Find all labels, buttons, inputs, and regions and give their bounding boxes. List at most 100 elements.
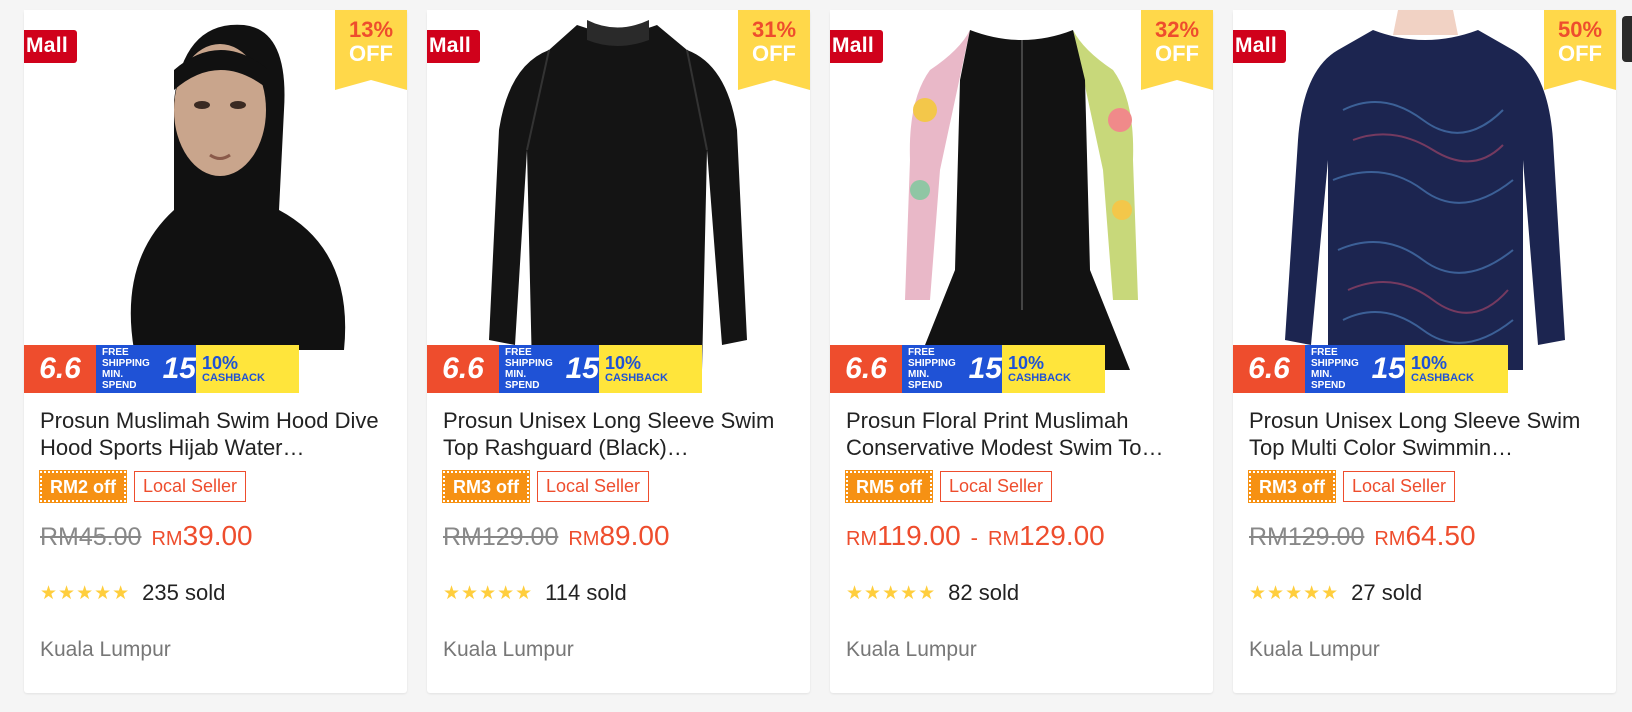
rating-row: ★★★★★ 82 sold: [846, 580, 1197, 606]
discount-percent: 13%: [348, 17, 394, 42]
product-card[interactable]: Mall 31% OFF 6.6 FREE SHIPPING MIN. SPEN…: [427, 10, 810, 693]
price-value: 119.00: [877, 520, 961, 551]
product-info: Prosun Unisex Long Sleeve Swim Top Multi…: [1233, 393, 1616, 662]
original-price: RM129.00: [1249, 523, 1365, 551]
cashback-label: 10% CASHBACK: [1002, 345, 1105, 393]
local-seller-badge: Local Seller: [1343, 471, 1456, 502]
cashback-label: 10% CASHBACK: [599, 345, 702, 393]
badge-row: RM2 off Local Seller: [39, 470, 391, 503]
price-range-min: RM119.00: [846, 520, 961, 552]
product-image[interactable]: Mall 31% OFF 6.6 FREE SHIPPING MIN. SPEN…: [427, 10, 810, 393]
cashback-text: CASHBACK: [202, 372, 265, 384]
discount-percent: 32%: [1154, 17, 1200, 42]
product-card[interactable]: Mall 50% OFF 6.6 FREE SHIPPING MIN. SPEN…: [1233, 10, 1616, 693]
promo-banner: 6.6 FREE SHIPPING MIN. SPEND 15 10% CASH…: [830, 345, 1105, 393]
discount-off-label: OFF: [349, 41, 393, 66]
seller-location: Kuala Lumpur: [1249, 638, 1380, 661]
cashback-label: 10% CASHBACK: [196, 345, 299, 393]
seller-location: Kuala Lumpur: [443, 638, 574, 661]
mall-badge: Mall: [24, 30, 78, 69]
product-card[interactable]: Mall 13% OFF 6.6 FREE SHIPPING MIN. SPEN…: [24, 10, 407, 693]
sold-count: 235 sold: [142, 580, 226, 605]
original-price: RM129.00: [443, 523, 559, 551]
product-image[interactable]: Mall 50% OFF 6.6 FREE SHIPPING MIN. SPEN…: [1233, 10, 1616, 393]
price-range-max: RM129.00: [988, 520, 1105, 552]
mall-badge: Mall: [1233, 30, 1287, 69]
free-shipping-amount: 15: [162, 352, 196, 385]
rating-row: ★★★★★ 235 sold: [40, 580, 391, 606]
star-rating-icon: ★★★★★: [1249, 582, 1340, 604]
product-name[interactable]: Prosun Floral Print Muslimah Conservativ…: [846, 407, 1197, 461]
cashback-text: CASHBACK: [605, 372, 668, 384]
seller-location: Kuala Lumpur: [846, 638, 977, 661]
carousel-next-edge[interactable]: [1622, 16, 1632, 62]
seller-location: Kuala Lumpur: [40, 638, 171, 661]
free-shipping-amount: 15: [968, 352, 1002, 385]
free-shipping-text: FREE SHIPPING MIN. SPEND: [102, 347, 150, 391]
price-value: 39.00: [182, 520, 253, 551]
local-seller-badge: Local Seller: [134, 471, 247, 502]
price-value: 129.00: [1019, 520, 1105, 551]
discount-badge: 31% OFF: [738, 10, 810, 90]
free-shipping-label: FREE SHIPPING MIN. SPEND 15: [96, 345, 196, 393]
discount-off-label: OFF: [1558, 41, 1602, 66]
currency-label: RM: [568, 528, 600, 550]
badge-row: RM3 off Local Seller: [442, 470, 794, 503]
product-name[interactable]: Prosun Unisex Long Sleeve Swim Top Rashg…: [443, 407, 794, 461]
cashback-percent: 10%: [1411, 353, 1448, 373]
badge-row: RM5 off Local Seller: [845, 470, 1197, 503]
cashback-percent: 10%: [1008, 353, 1045, 373]
sale-66-label: 6.6: [427, 345, 499, 393]
cashback-percent: 10%: [605, 353, 642, 373]
currency-label: RM: [988, 528, 1020, 550]
current-price: RM64.50: [1374, 520, 1475, 552]
product-info: Prosun Unisex Long Sleeve Swim Top Rashg…: [427, 393, 810, 662]
price-row: RM119.00 - RM129.00: [846, 520, 1197, 554]
free-shipping-text: FREE SHIPPING MIN. SPEND: [505, 347, 553, 391]
product-name[interactable]: Prosun Muslimah Swim Hood Dive Hood Spor…: [40, 407, 391, 461]
sale-66-label: 6.6: [1233, 345, 1305, 393]
sold-count: 82 sold: [948, 580, 1020, 605]
price-value: 64.50: [1405, 520, 1476, 551]
currency-label: RM: [846, 528, 878, 550]
voucher-badge: RM3 off: [442, 470, 530, 503]
promo-banner: 6.6 FREE SHIPPING MIN. SPEND 15 10% CASH…: [427, 345, 702, 393]
mall-badge: Mall: [427, 30, 481, 69]
promo-banner: 6.6 FREE SHIPPING MIN. SPEND 15 10% CASH…: [1233, 345, 1508, 393]
local-seller-badge: Local Seller: [940, 471, 1053, 502]
product-info: Prosun Muslimah Swim Hood Dive Hood Spor…: [24, 393, 407, 662]
discount-badge: 13% OFF: [335, 10, 407, 90]
price-row: RM129.00 RM64.50: [1249, 520, 1600, 554]
product-image[interactable]: Mall 32% OFF 6.6 FREE SHIPPING MIN. SPEN…: [830, 10, 1213, 393]
free-shipping-label: FREE SHIPPING MIN. SPEND 15: [499, 345, 599, 393]
cashback-text: CASHBACK: [1411, 372, 1474, 384]
product-card[interactable]: Mall 32% OFF 6.6 FREE SHIPPING MIN. SPEN…: [830, 10, 1213, 693]
currency-label: RM: [1374, 528, 1406, 550]
cashback-percent: 10%: [202, 353, 239, 373]
badge-row: RM3 off Local Seller: [1248, 470, 1600, 503]
product-image[interactable]: Mall 13% OFF 6.6 FREE SHIPPING MIN. SPEN…: [24, 10, 407, 393]
current-price: RM89.00: [568, 520, 669, 552]
price-range-separator: -: [970, 525, 978, 550]
rating-row: ★★★★★ 114 sold: [443, 580, 794, 606]
discount-percent: 31%: [751, 17, 797, 42]
rating-row: ★★★★★ 27 sold: [1249, 580, 1600, 606]
price-row: RM129.00 RM89.00: [443, 520, 794, 554]
sale-66-label: 6.6: [830, 345, 902, 393]
discount-badge: 32% OFF: [1141, 10, 1213, 90]
price-value: 89.00: [599, 520, 670, 551]
local-seller-badge: Local Seller: [537, 471, 650, 502]
discount-off-label: OFF: [1155, 41, 1199, 66]
sold-count: 27 sold: [1351, 580, 1423, 605]
discount-off-label: OFF: [752, 41, 796, 66]
product-grid: Mall 13% OFF 6.6 FREE SHIPPING MIN. SPEN…: [24, 10, 1616, 693]
free-shipping-text: FREE SHIPPING MIN. SPEND: [1311, 347, 1359, 391]
star-rating-icon: ★★★★★: [443, 582, 534, 604]
free-shipping-label: FREE SHIPPING MIN. SPEND 15: [902, 345, 1002, 393]
free-shipping-text: FREE SHIPPING MIN. SPEND: [908, 347, 956, 391]
currency-label: RM: [151, 528, 183, 550]
product-name[interactable]: Prosun Unisex Long Sleeve Swim Top Multi…: [1249, 407, 1600, 461]
original-price: RM45.00: [40, 523, 142, 551]
free-shipping-amount: 15: [1371, 352, 1405, 385]
voucher-badge: RM2 off: [39, 470, 127, 503]
